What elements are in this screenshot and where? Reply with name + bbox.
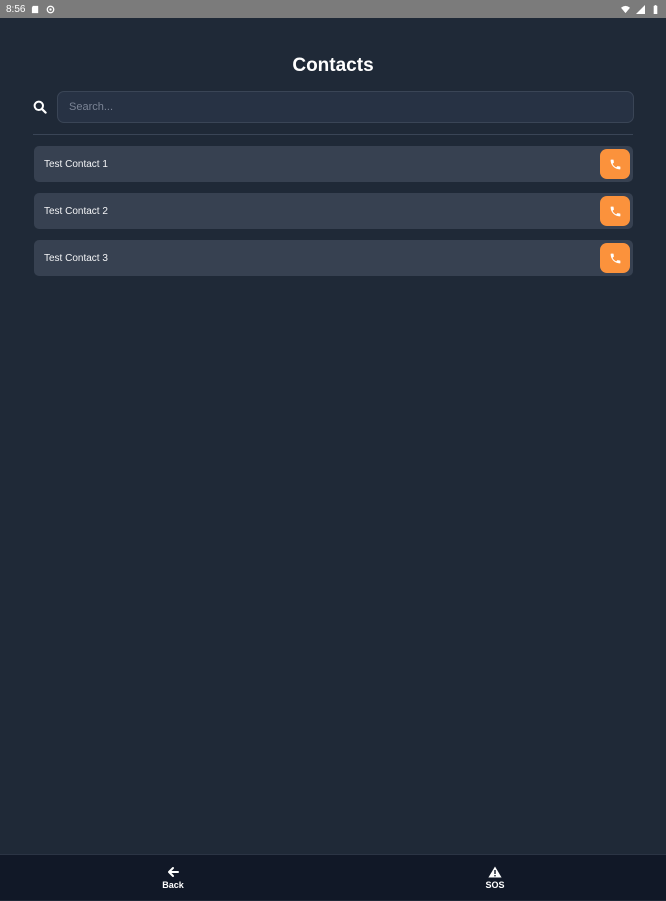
warning-icon (488, 866, 502, 878)
back-button[interactable]: Back (133, 855, 213, 901)
search-icon (32, 99, 48, 115)
status-time: 8:56 (6, 3, 26, 15)
contact-list: Test Contact 1 Test Contact 2 Test Conta… (34, 146, 633, 287)
arrow-left-icon (168, 867, 179, 877)
sos-label: SOS (485, 880, 505, 890)
search-input[interactable] (57, 91, 634, 123)
sync-icon (47, 5, 55, 13)
status-right (621, 4, 660, 14)
bottom-nav: Back SOS (0, 854, 666, 900)
call-button[interactable] (600, 149, 630, 179)
contact-item[interactable]: Test Contact 1 (34, 146, 633, 182)
contact-name: Test Contact 1 (44, 158, 108, 170)
call-button[interactable] (600, 196, 630, 226)
signal-icon (636, 4, 645, 14)
phone-icon (610, 253, 620, 263)
page-title: Contacts (292, 55, 374, 76)
phone-icon (610, 206, 620, 216)
contact-item[interactable]: Test Contact 3 (34, 240, 633, 276)
phone-icon (610, 159, 620, 169)
contact-item[interactable]: Test Contact 2 (34, 193, 633, 229)
back-label: Back (162, 880, 184, 890)
sos-button[interactable]: SOS (455, 855, 535, 901)
status-left: 8:56 (6, 4, 55, 15)
contact-name: Test Contact 2 (44, 205, 108, 217)
divider (33, 134, 633, 135)
search-bar (32, 90, 634, 124)
status-bar: 8:56 (0, 0, 666, 18)
battery-icon (653, 4, 658, 14)
sd-card-icon (32, 5, 39, 13)
wifi-icon (621, 5, 630, 13)
contact-name: Test Contact 3 (44, 252, 108, 264)
call-button[interactable] (600, 243, 630, 273)
